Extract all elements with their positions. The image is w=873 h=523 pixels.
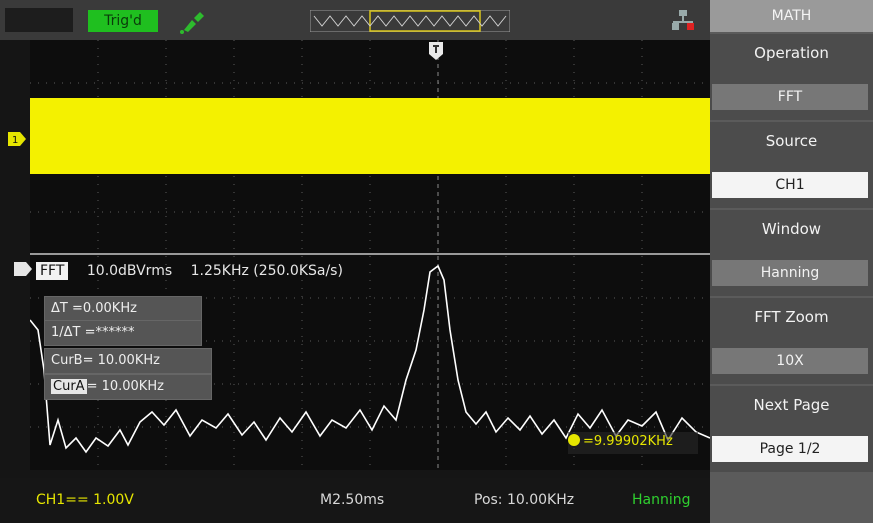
cursor-a: CurA = 10.00KHz — [44, 374, 212, 400]
fft-info: FFT 10.0dBVrms 1.25KHz (250.0KSa/s) — [36, 262, 343, 282]
probe-icon — [180, 12, 204, 34]
math-menu: MATH Operation FFT Source CH1 Window Han… — [710, 0, 873, 523]
fft-scale: 10.0dBVrms — [86, 263, 173, 279]
fft-zoom-caption: FFT Zoom — [754, 308, 829, 326]
menu-item-next-page[interactable]: Next Page Page 1/2 — [710, 386, 873, 472]
horizontal-position: Pos: 10.00KHz — [474, 492, 575, 508]
frequency-readout-value: =9.99902KHz — [583, 434, 673, 449]
menu-item-operation[interactable]: Operation FFT — [710, 34, 873, 120]
trigger-position-waveform — [310, 10, 510, 32]
menu-item-window[interactable]: Window Hanning — [710, 210, 873, 296]
fft-label: FFT — [36, 262, 69, 280]
delta-t-value: ΔT =0.00KHz — [51, 301, 137, 316]
timebase: M2.50ms — [320, 492, 385, 508]
source-value: CH1 — [712, 172, 868, 198]
source-caption: Source — [765, 132, 818, 150]
ch1-level-marker[interactable]: 1 — [8, 132, 26, 146]
ch1-scale: CH1== 1.00V — [36, 492, 134, 508]
cursor-inv-delta-t: 1/ΔT =****** — [44, 320, 202, 346]
trigger-status-badge: Trig'd — [88, 10, 158, 32]
window-type: Hanning — [632, 492, 691, 508]
trigger-position-marker[interactable] — [428, 42, 444, 60]
menu-item-fft-zoom[interactable]: FFT Zoom 10X — [710, 298, 873, 384]
fft-frequency: 1.25KHz (250.0KSa/s) — [190, 263, 343, 279]
cursor-a-label: CurA — [51, 379, 87, 394]
menu-title: MATH — [710, 0, 873, 32]
waveform-grid — [30, 40, 710, 470]
run-state-box — [5, 8, 73, 32]
cursor-b-value: CurB= 10.00KHz — [51, 353, 160, 368]
usb-icon — [672, 10, 694, 30]
operation-value: FFT — [712, 84, 868, 110]
operation-caption: Operation — [754, 44, 829, 62]
fft-zoom-value: 10X — [712, 348, 868, 374]
status-bar: Trig'd — [0, 0, 710, 40]
next-page-caption: Next Page — [753, 396, 830, 414]
frequency-readout: =9.99902KHz — [568, 434, 673, 449]
menu-item-source[interactable]: Source CH1 — [710, 122, 873, 208]
svg-text:1: 1 — [12, 135, 18, 146]
oscilloscope-display: Trig'd 1 FFT 10.0dBVrms 1.25KHz (250.0KS… — [0, 0, 873, 523]
ch1-dot-icon — [568, 434, 580, 446]
math-level-marker[interactable] — [14, 262, 32, 276]
cursor-delta-t: ΔT =0.00KHz — [44, 296, 202, 322]
inv-delta-t-value: 1/ΔT =****** — [51, 325, 135, 340]
cursor-b: CurB= 10.00KHz — [44, 348, 212, 374]
cursor-a-value: = 10.00KHz — [86, 379, 164, 394]
next-page-value: Page 1/2 — [712, 436, 868, 462]
window-value: Hanning — [712, 260, 868, 286]
window-caption: Window — [761, 220, 822, 238]
